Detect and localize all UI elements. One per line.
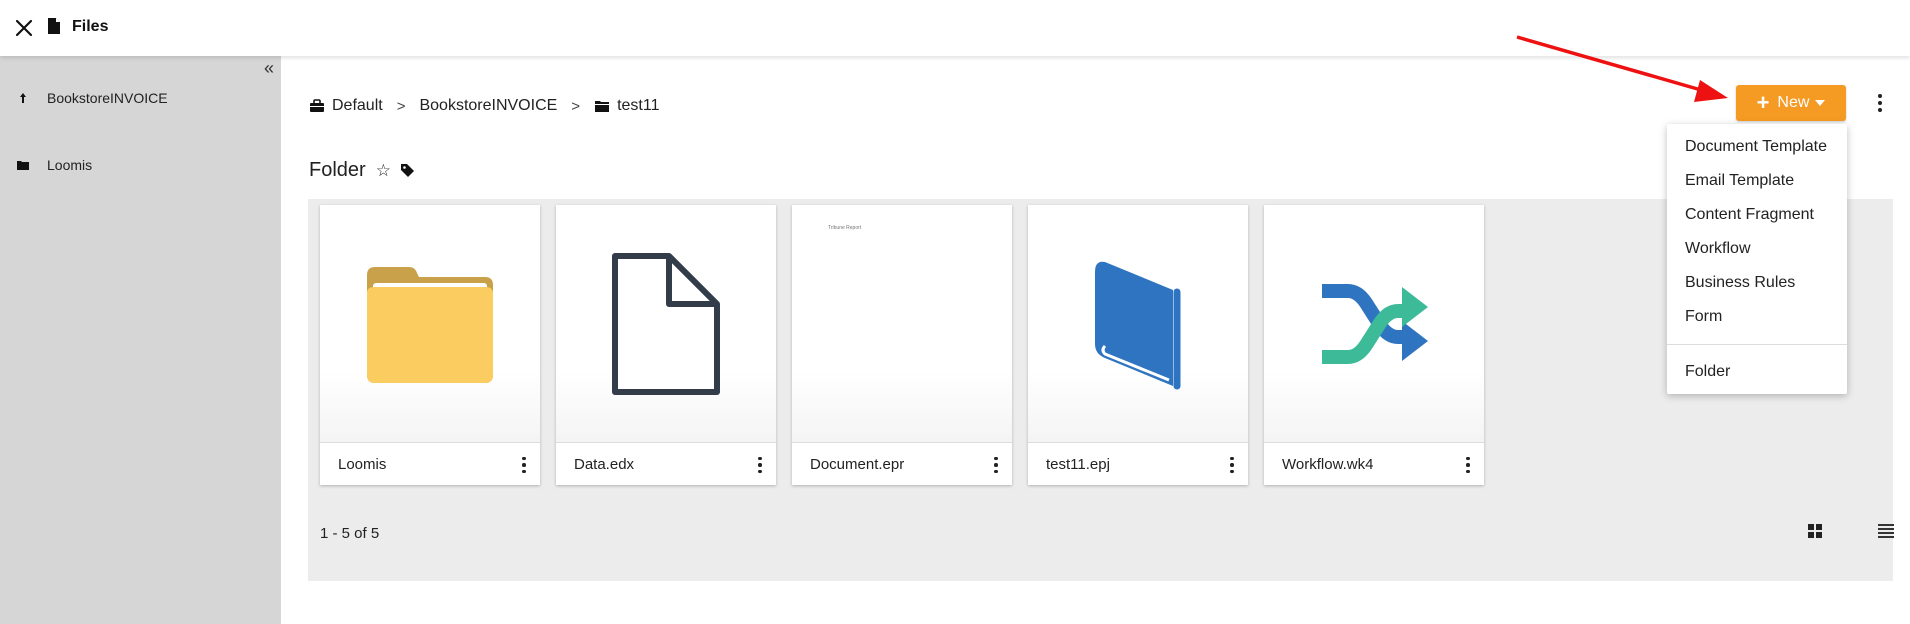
breadcrumb-bookstoreinvoice[interactable]: BookstoreINVOICE xyxy=(419,97,557,115)
menu-item-form[interactable]: Form xyxy=(1667,300,1847,334)
star-icon[interactable]: ☆ xyxy=(376,161,391,181)
file-name: Workflow.wk4 xyxy=(1282,455,1374,473)
menu-item-email-template[interactable]: Email Template xyxy=(1667,164,1847,198)
file-thumbnail xyxy=(1028,205,1248,442)
chevron-right-icon: > xyxy=(396,97,406,115)
file-name: Document.epr xyxy=(810,455,905,473)
file-name: Data.edx xyxy=(574,455,635,473)
sidebar-item-loomis[interactable]: Loomis xyxy=(0,145,281,185)
folder-icon xyxy=(17,161,29,170)
app-title: Files xyxy=(72,18,109,35)
new-dropdown-menu: Document Template Email Template Content… xyxy=(1667,124,1847,394)
collapse-sidebar-icon[interactable]: « xyxy=(264,59,274,77)
menu-item-document-template[interactable]: Document Template xyxy=(1667,130,1847,164)
breadcrumb-test11[interactable]: test11 xyxy=(594,97,659,115)
file-card-footer: Loomis xyxy=(320,442,540,485)
breadcrumb-label: BookstoreINVOICE xyxy=(419,97,558,114)
document-preview-text: Tribune Report xyxy=(828,225,862,231)
sidebar: « BookstoreINVOICE Loomis xyxy=(0,56,281,624)
main-content: Default > BookstoreINVOICE > test11 + Ne… xyxy=(281,56,1910,624)
grid-view-icon[interactable] xyxy=(1803,519,1827,543)
menu-divider xyxy=(1667,344,1847,345)
menu-item-workflow[interactable]: Workflow xyxy=(1667,232,1847,266)
folder-icon xyxy=(367,266,493,383)
file-menu-icon[interactable] xyxy=(986,453,1006,477)
file-name: Loomis xyxy=(338,455,387,473)
file-thumbnail xyxy=(556,205,776,442)
plus-icon: + xyxy=(1756,90,1770,115)
book-icon xyxy=(1095,261,1181,389)
folder-header: Folder ☆ xyxy=(309,159,415,182)
new-button-label: New xyxy=(1777,94,1810,111)
sidebar-item-label: Loomis xyxy=(47,157,93,173)
new-button[interactable]: + New xyxy=(1736,85,1846,121)
file-card-document[interactable]: Tribune Report Document.epr xyxy=(792,205,1012,485)
folder-icon xyxy=(595,101,610,112)
menu-item-content-fragment[interactable]: Content Fragment xyxy=(1667,198,1847,232)
shuffle-icon xyxy=(1322,283,1428,364)
file-menu-icon[interactable] xyxy=(514,453,534,477)
more-options-icon[interactable] xyxy=(1868,91,1892,115)
chevron-right-icon: > xyxy=(571,97,581,115)
sidebar-item-label: BookstoreINVOICE xyxy=(47,90,168,106)
file-card-footer: test11.epj xyxy=(1028,442,1248,485)
file-card-loomis[interactable]: Loomis xyxy=(320,205,540,485)
file-thumbnail xyxy=(320,205,540,442)
file-menu-icon[interactable] xyxy=(750,453,770,477)
file-card-footer: Workflow.wk4 xyxy=(1264,442,1484,485)
menu-item-folder[interactable]: Folder xyxy=(1667,355,1847,389)
close-icon[interactable] xyxy=(12,16,36,40)
file-menu-icon[interactable] xyxy=(1458,453,1478,477)
file-card-data[interactable]: Data.edx xyxy=(556,205,776,485)
file-card-footer: Data.edx xyxy=(556,442,776,485)
menu-item-business-rules[interactable]: Business Rules xyxy=(1667,266,1847,300)
briefcase-icon xyxy=(310,99,324,112)
caret-down-icon xyxy=(1815,100,1826,106)
file-thumbnail: Tribune Report xyxy=(792,205,1012,442)
file-menu-icon[interactable] xyxy=(1222,453,1242,477)
file-card-test11[interactable]: test11.epj xyxy=(1028,205,1248,485)
blank-file-icon xyxy=(612,252,720,395)
up-arrow-icon xyxy=(20,93,26,103)
file-icon xyxy=(48,18,60,34)
list-view-icon[interactable] xyxy=(1874,519,1898,543)
sidebar-item-bookstoreinvoice[interactable]: BookstoreINVOICE xyxy=(0,78,281,118)
file-thumbnail xyxy=(1264,205,1484,442)
breadcrumb-label: Default xyxy=(332,97,383,114)
pagination-text: 1 - 5 of 5 xyxy=(320,525,380,542)
file-name: test11.epj xyxy=(1046,455,1110,473)
breadcrumb: Default > BookstoreINVOICE > test11 xyxy=(309,90,659,122)
file-grid: Loomis Data.edx Tribune Report Document.… xyxy=(308,199,1894,581)
page-title: Folder xyxy=(309,159,366,181)
tag-icon[interactable] xyxy=(400,163,415,178)
file-card-footer: Document.epr xyxy=(792,442,1012,485)
file-card-workflow[interactable]: Workflow.wk4 xyxy=(1264,205,1484,485)
top-bar: Files xyxy=(0,0,1910,56)
breadcrumb-label: test11 xyxy=(617,97,660,114)
breadcrumb-default[interactable]: Default xyxy=(309,97,383,115)
